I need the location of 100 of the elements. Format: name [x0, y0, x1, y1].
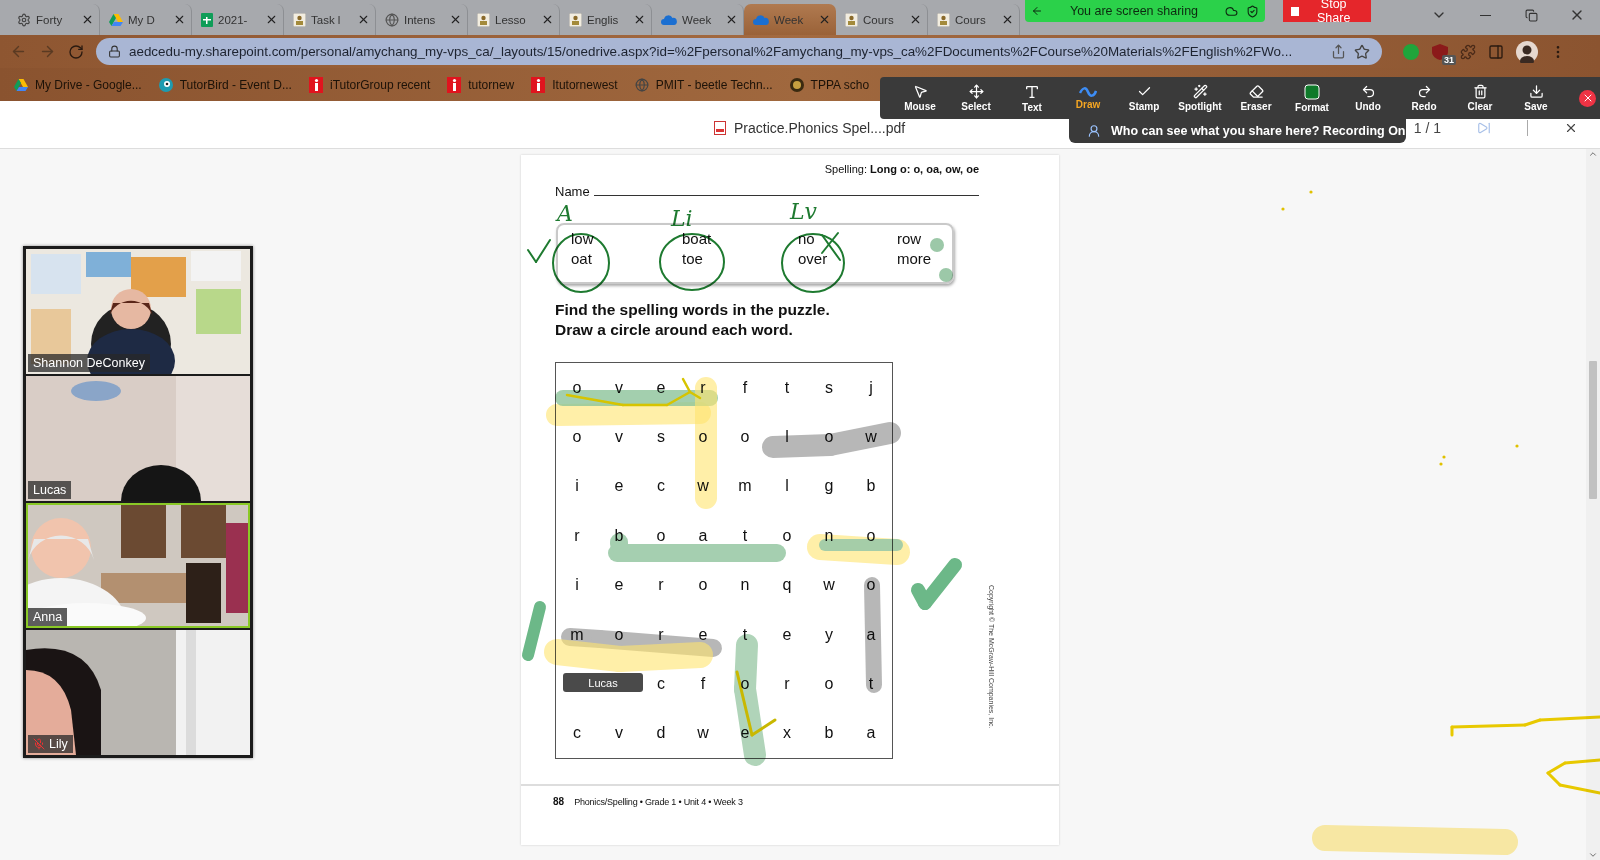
video-tile[interactable]: Lucas — [26, 376, 250, 501]
close-icon[interactable] — [357, 13, 370, 26]
drive-icon — [109, 13, 123, 26]
puzzle-letter: j — [868, 377, 874, 398]
close-icon[interactable] — [449, 13, 462, 26]
close-icon[interactable] — [541, 13, 554, 26]
spelling-word: oat — [571, 249, 592, 269]
puzzle-letter: v — [614, 427, 624, 448]
toolbar-tool[interactable]: Undo — [1340, 84, 1396, 112]
tab-title: Forty — [36, 13, 64, 26]
pointer-icon — [912, 84, 928, 99]
crest-icon — [789, 77, 804, 92]
toolbar-tool[interactable]: Text — [1004, 83, 1060, 113]
document-icon — [569, 12, 582, 27]
user-icon — [1087, 123, 1101, 138]
star-icon[interactable] — [1354, 43, 1370, 60]
document-icon — [293, 12, 306, 27]
bookmark[interactable]: iTutorGroup recent — [308, 76, 431, 93]
page-number: 88 — [553, 796, 565, 807]
bookmark[interactable]: My Drive - Google... — [14, 77, 142, 92]
globe-icon — [385, 12, 399, 27]
share-icon[interactable] — [1331, 44, 1346, 59]
close-icon[interactable] — [633, 13, 646, 26]
cloud-icon — [661, 14, 677, 25]
puzzle-letter: w — [822, 575, 836, 596]
participant-name: Lily — [28, 735, 73, 753]
puzzle-letter: y — [824, 624, 834, 645]
puzzle-letter: d — [655, 723, 667, 744]
url-text: aedcedu-my.sharepoint.com/personal/amychang_my-vps_ca/_layouts/15/onedrive.aspx?id=%2Fpersonal%2Famychang_my-vps_ca%2FDocuments%2FCourse%20Materials%2FEnglish%2FWo... — [129, 44, 1294, 59]
stop-share-button[interactable]: Stop Share — [1283, 0, 1371, 22]
puzzle-letter: l — [784, 427, 790, 448]
toolbar-tool[interactable]: Spotlight — [1172, 84, 1228, 112]
puzzle-letter: n — [823, 525, 835, 546]
sharing-status: You are screen sharing — [1068, 4, 1200, 18]
bookmark[interactable]: TutorBird - Event D... — [158, 77, 292, 92]
toolbar-tool[interactable]: Stamp — [1116, 84, 1172, 112]
pen-dot — [930, 238, 944, 252]
restore-icon — [1524, 8, 1538, 22]
puzzle-letter: o — [655, 525, 667, 546]
puzzle-letter: r — [783, 673, 791, 694]
puzzle-letter: r — [657, 624, 665, 645]
puzzle-letter: o — [865, 525, 877, 546]
puzzle-letter: e — [697, 624, 709, 645]
video-tile[interactable]: Shannon DeConkey — [26, 249, 250, 374]
spreadsheet-icon — [201, 12, 213, 27]
puzzle-letter: i — [574, 476, 580, 497]
video-tile[interactable]: Anna — [26, 503, 250, 628]
bookmark[interactable]: Itutornewest — [531, 76, 618, 93]
puzzle-letter: c — [572, 723, 582, 744]
share-info-banner[interactable]: Who can see what you share here? Recording On — [1069, 118, 1406, 143]
close-icon[interactable] — [81, 13, 94, 26]
avatar-icon[interactable] — [1516, 40, 1538, 63]
close-toolbar-button[interactable] — [1579, 89, 1596, 107]
puzzle-letter: f — [741, 377, 749, 398]
puzzle-letter: t — [741, 525, 749, 546]
toolbar-tool[interactable]: Format — [1284, 83, 1340, 113]
check-mark — [908, 555, 965, 613]
puzzle-letter: o — [865, 575, 877, 596]
lock-icon — [108, 45, 121, 58]
tab-title: Englis — [587, 13, 620, 26]
sidebar-icon[interactable] — [1488, 43, 1504, 60]
bookmark[interactable]: PMIT - beetle Techn... — [634, 77, 773, 92]
close-icon[interactable] — [1001, 13, 1014, 26]
close-icon[interactable] — [909, 13, 922, 26]
toolbar-tool[interactable]: Clear — [1452, 84, 1508, 112]
reload-icon[interactable] — [68, 43, 84, 60]
tab-title: Week — [682, 13, 713, 26]
puzzle-letter: l — [784, 476, 790, 497]
bookmark[interactable]: tutornew — [447, 76, 515, 93]
itutor-icon — [531, 76, 546, 93]
check-mark — [526, 238, 552, 264]
address-field[interactable]: aedcedu-my.sharepoint.com/personal/amychang_my-vps_ca/_layouts/15/onedrive.aspx?id=%2Fpersonal%2Famychang_my-vps_ca%2FDocuments%2FCourse%20Materials%2FEnglish%2FWo... — [96, 38, 1382, 65]
toolbar-tool[interactable]: Mouse — [892, 84, 948, 112]
handwritten-text: Lv — [790, 199, 818, 224]
close-icon[interactable] — [818, 13, 831, 26]
toolbar-tool[interactable]: Select — [948, 84, 1004, 112]
close-icon[interactable] — [265, 13, 278, 26]
toolbar-tool[interactable]: Save — [1508, 84, 1564, 112]
spelling-word: row — [897, 229, 922, 249]
puzzle-letter: t — [783, 377, 791, 398]
toolbar-tool[interactable]: Eraser — [1228, 84, 1284, 112]
puzzle-letter: q — [781, 575, 793, 596]
scroll-up-icon — [1588, 149, 1598, 159]
close-icon[interactable] — [725, 13, 738, 26]
bookmark[interactable]: TPPA scho — [789, 77, 870, 92]
scroll-thumb[interactable] — [1589, 360, 1597, 499]
puzzle-letter: r — [573, 525, 581, 546]
worksheet-header: Spelling: Long o: o, oa, ow, oe — [823, 163, 979, 175]
scrollbar[interactable] — [1586, 149, 1600, 860]
puzzle-letter: m — [737, 476, 753, 497]
close-icon[interactable] — [173, 13, 186, 26]
toolbar-tool[interactable]: Redo — [1396, 84, 1452, 112]
puzzle-letter: e — [781, 624, 793, 645]
toolbar-tool[interactable]: Draw — [1060, 86, 1116, 110]
video-tile[interactable]: Lily — [26, 630, 250, 755]
browser-tab[interactable]: Week — [744, 4, 836, 35]
extension-badge: 31 — [1442, 54, 1456, 65]
pen-stroke — [1545, 758, 1600, 795]
puzzle-letter: r — [657, 575, 665, 596]
puzzle-icon[interactable] — [1460, 43, 1476, 60]
